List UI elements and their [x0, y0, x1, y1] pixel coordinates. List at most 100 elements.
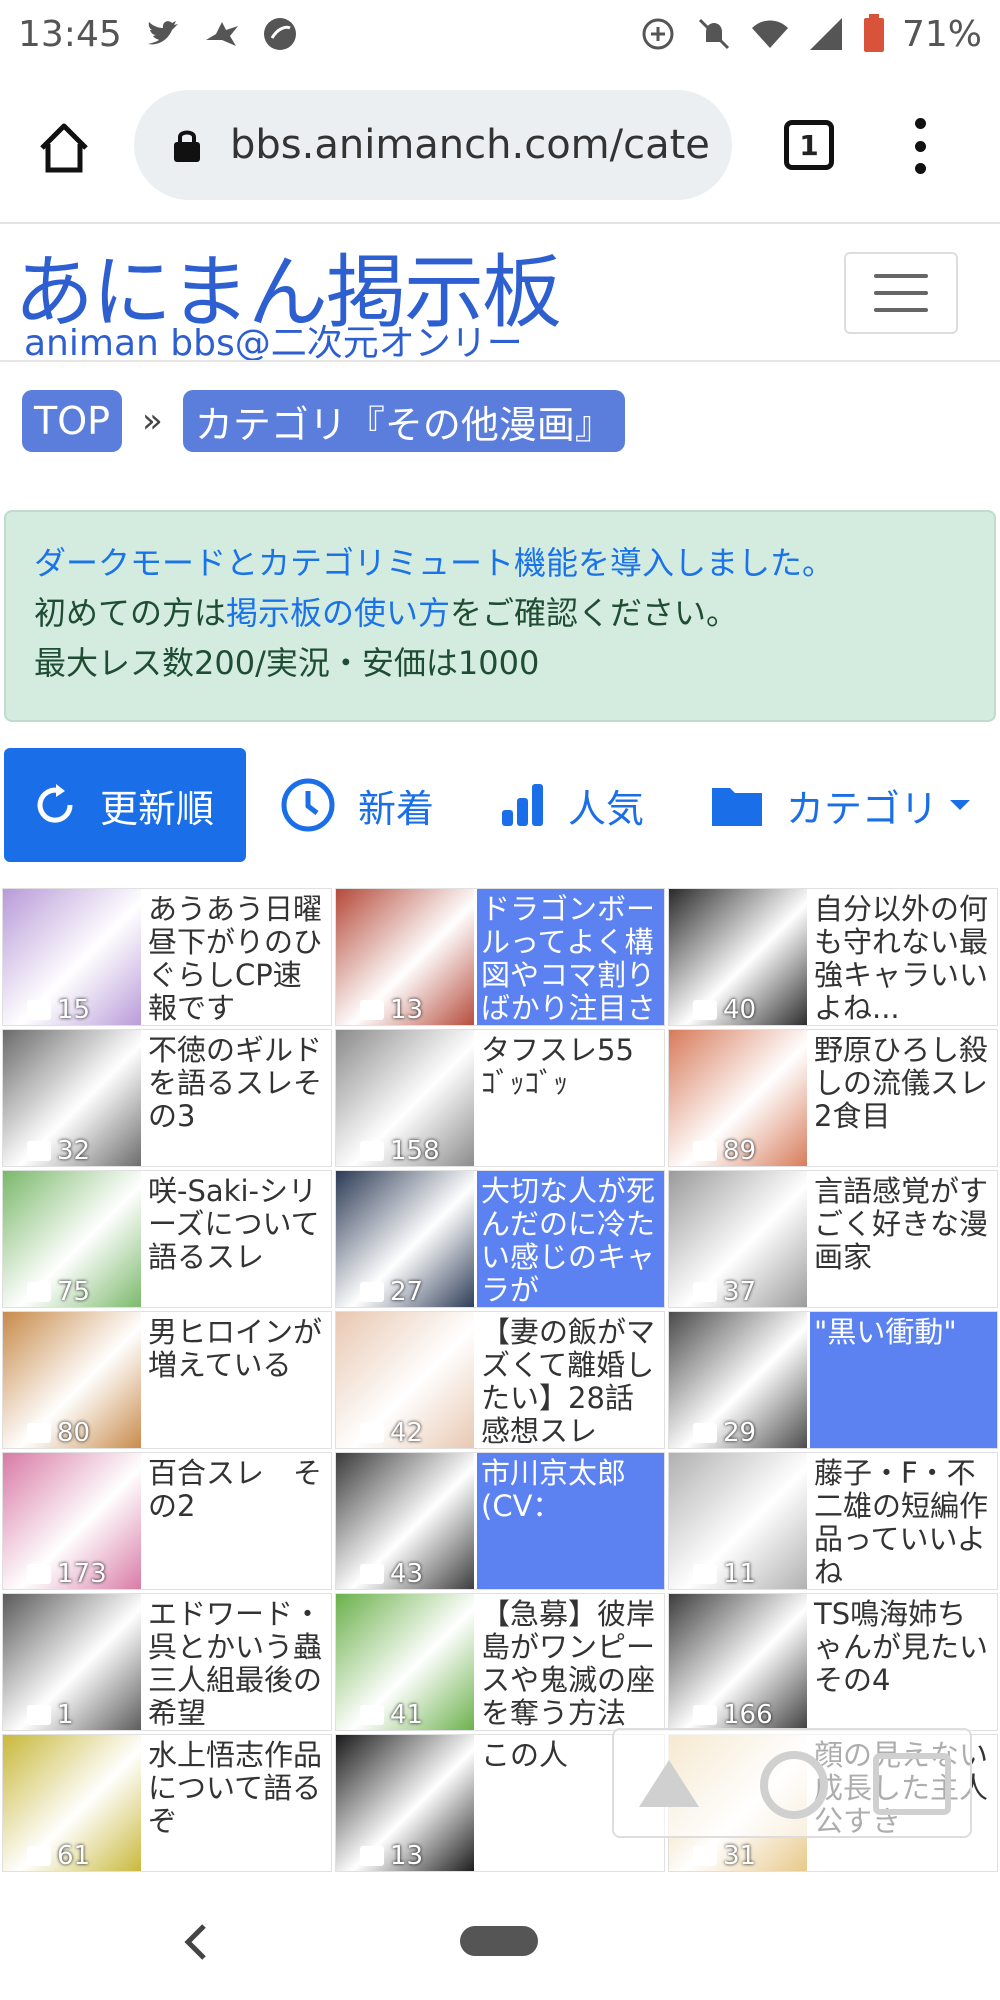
reply-count: 11	[669, 1557, 756, 1589]
thread-thumbnail[interactable]: 158	[336, 1030, 474, 1166]
thread-card[interactable]: 173 百合スレ その2	[2, 1452, 332, 1590]
reply-count-value: 13	[390, 1841, 424, 1871]
signal-icon	[809, 18, 842, 50]
thread-title[interactable]: 自分以外の何も守れない最強キャラいいよね...	[810, 889, 997, 1025]
comment-icon	[693, 1000, 717, 1020]
thread-title[interactable]: 【急募】彼岸島がワンピースや鬼滅の座を奪う方法	[477, 1594, 664, 1730]
tab-new[interactable]: 新着	[280, 748, 434, 862]
thread-title[interactable]: あうあう日曜昼下がりのひぐらしCP速報です	[144, 889, 331, 1025]
reply-count: 158	[336, 1134, 440, 1166]
status-bar: 13:45 71%	[0, 0, 1000, 68]
thread-card[interactable]: 11 藤子・F・不二雄の短編作品っていいよね	[668, 1452, 998, 1590]
tab-switcher-button[interactable]: 1	[784, 120, 834, 170]
thread-title[interactable]: 言語感覚がすごく好きな漫画家	[810, 1171, 997, 1307]
browser-toolbar: bbs.animanch.com/cate 1	[0, 82, 1000, 208]
thread-title[interactable]: 藤子・F・不二雄の短編作品っていいよね	[810, 1453, 997, 1589]
thread-thumbnail[interactable]: 11	[669, 1453, 807, 1589]
thread-title[interactable]: TS鳴海姉ちゃんが見たいその4	[810, 1594, 997, 1730]
thread-title[interactable]: エドワード・呉とかいう蟲三人組最後の希望	[144, 1594, 331, 1730]
thread-card[interactable]: 42 【妻の飯がマズくて離婚したい】28話感想スレ	[335, 1311, 665, 1449]
thread-thumbnail[interactable]: 15	[3, 889, 141, 1025]
usage-guide-link[interactable]: 掲示板の使い方	[226, 594, 450, 632]
thread-card[interactable]: 37 言語感覚がすごく好きな漫画家	[668, 1170, 998, 1308]
back-icon[interactable]	[180, 1922, 210, 1962]
thread-title[interactable]: 野原ひろし殺しの流儀スレ2食目	[810, 1030, 997, 1166]
thread-title[interactable]: "黒い衝動"	[810, 1312, 997, 1448]
tab-update-order[interactable]: 更新順	[4, 748, 246, 862]
thread-title[interactable]: 市川京太郎(CV：	[477, 1453, 664, 1589]
system-nav-bar	[0, 1882, 1000, 2000]
notice-announcement-link[interactable]: ダークモードとカテゴリミュート機能を導入しました。	[34, 538, 966, 588]
thread-thumbnail[interactable]: 37	[669, 1171, 807, 1307]
reply-count-value: 42	[390, 1418, 424, 1448]
thread-thumbnail[interactable]: 75	[3, 1171, 141, 1307]
comment-icon	[693, 1282, 717, 1302]
reply-count-value: 32	[57, 1136, 91, 1166]
thread-title[interactable]: 咲-Saki-シリーズについて語るスレ	[144, 1171, 331, 1307]
wifi-icon	[751, 20, 788, 48]
thread-thumbnail[interactable]: 166	[669, 1594, 807, 1730]
thread-thumbnail[interactable]: 43	[336, 1453, 474, 1589]
thread-card[interactable]: 158 タフスレ55 ｺﾞｯｺﾞｯ	[335, 1029, 665, 1167]
thread-title[interactable]: 不徳のギルドを語るスレその3	[144, 1030, 331, 1166]
thread-thumbnail[interactable]: 173	[3, 1453, 141, 1589]
thread-thumbnail[interactable]: 1	[3, 1594, 141, 1730]
thread-thumbnail[interactable]: 32	[3, 1030, 141, 1166]
breadcrumb-category[interactable]: カテゴリ『その他漫画』	[182, 390, 625, 452]
thread-card[interactable]: 41 【急募】彼岸島がワンピースや鬼滅の座を奪う方法	[335, 1593, 665, 1731]
comment-icon	[693, 1846, 717, 1866]
thread-title[interactable]: 男ヒロインが増えている	[144, 1312, 331, 1448]
thread-card[interactable]: 15 あうあう日曜昼下がりのひぐらしCP速報です	[2, 888, 332, 1026]
comment-icon	[360, 1564, 384, 1584]
comment-icon	[360, 1423, 384, 1443]
overflow-menu-icon[interactable]	[908, 118, 932, 174]
tab-label: カテゴリ	[786, 786, 939, 831]
notification-icons	[144, 14, 300, 54]
home-gesture-pill[interactable]	[460, 1926, 538, 1956]
notice-line-2: 初めての方は掲示板の使い方をご確認ください。	[34, 588, 966, 638]
thread-thumbnail[interactable]: 13	[336, 1735, 474, 1871]
tab-popular[interactable]: 人気	[500, 748, 644, 862]
hamburger-menu-button[interactable]	[844, 252, 958, 334]
thread-card[interactable]: 29 "黒い衝動"	[668, 1311, 998, 1449]
home-icon[interactable]	[36, 120, 92, 176]
thread-title[interactable]: 【妻の飯がマズくて離婚したい】28話感想スレ	[477, 1312, 664, 1448]
thread-thumbnail[interactable]: 80	[3, 1312, 141, 1448]
lock-icon	[174, 130, 200, 162]
thread-thumbnail[interactable]: 42	[336, 1312, 474, 1448]
thread-title[interactable]: 百合スレ その2	[144, 1453, 331, 1589]
thread-title[interactable]: 大切な人が死んだのに冷たい感じのキャラが	[477, 1171, 664, 1307]
thread-thumbnail[interactable]: 40	[669, 889, 807, 1025]
tab-label: 更新順	[100, 786, 215, 831]
thread-title[interactable]: ドラゴンボールってよく構図やコマ割りばかり注目さ	[477, 889, 664, 1025]
breadcrumb-top[interactable]: TOP	[22, 390, 123, 452]
thread-card[interactable]: 43 市川京太郎(CV：	[335, 1452, 665, 1590]
thread-thumbnail[interactable]: 61	[3, 1735, 141, 1871]
thread-card[interactable]: 40 自分以外の何も守れない最強キャラいいよね...	[668, 888, 998, 1026]
thread-card[interactable]: 61 水上悟志作品について語るぞ	[2, 1734, 332, 1872]
battery-percent: 71%	[901, 13, 982, 55]
tab-category-dropdown[interactable]: カテゴリ	[710, 748, 972, 862]
notice-text: 初めての方は	[34, 594, 227, 632]
thread-title[interactable]: タフスレ55 ｺﾞｯｺﾞｯ	[477, 1030, 664, 1166]
thread-card[interactable]: 89 野原ひろし殺しの流儀スレ2食目	[668, 1029, 998, 1167]
thread-card[interactable]: 32 不徳のギルドを語るスレその3	[2, 1029, 332, 1167]
thread-thumbnail[interactable]: 41	[336, 1594, 474, 1730]
comment-icon	[693, 1423, 717, 1443]
thread-card[interactable]: 166 TS鳴海姉ちゃんが見たいその4	[668, 1593, 998, 1731]
thread-thumbnail[interactable]: 27	[336, 1171, 474, 1307]
thread-thumbnail[interactable]: 89	[669, 1030, 807, 1166]
thread-card[interactable]: 13 ドラゴンボールってよく構図やコマ割りばかり注目さ	[335, 888, 665, 1026]
thread-title[interactable]: 水上悟志作品について語るぞ	[144, 1735, 331, 1871]
url-bar[interactable]: bbs.animanch.com/cate	[134, 90, 732, 200]
comment-icon	[693, 1705, 717, 1725]
reply-count: 37	[669, 1275, 756, 1307]
thread-card[interactable]: 1 エドワード・呉とかいう蟲三人組最後の希望	[2, 1593, 332, 1731]
scroll-to-top-overlay[interactable]	[612, 1728, 972, 1838]
thread-card[interactable]: 27 大切な人が死んだのに冷たい感じのキャラが	[335, 1170, 665, 1308]
thread-card[interactable]: 80 男ヒロインが増えている	[2, 1311, 332, 1449]
reply-count-value: 166	[723, 1700, 773, 1730]
thread-card[interactable]: 75 咲-Saki-シリーズについて語るスレ	[2, 1170, 332, 1308]
thread-thumbnail[interactable]: 13	[336, 889, 474, 1025]
thread-thumbnail[interactable]: 29	[669, 1312, 807, 1448]
